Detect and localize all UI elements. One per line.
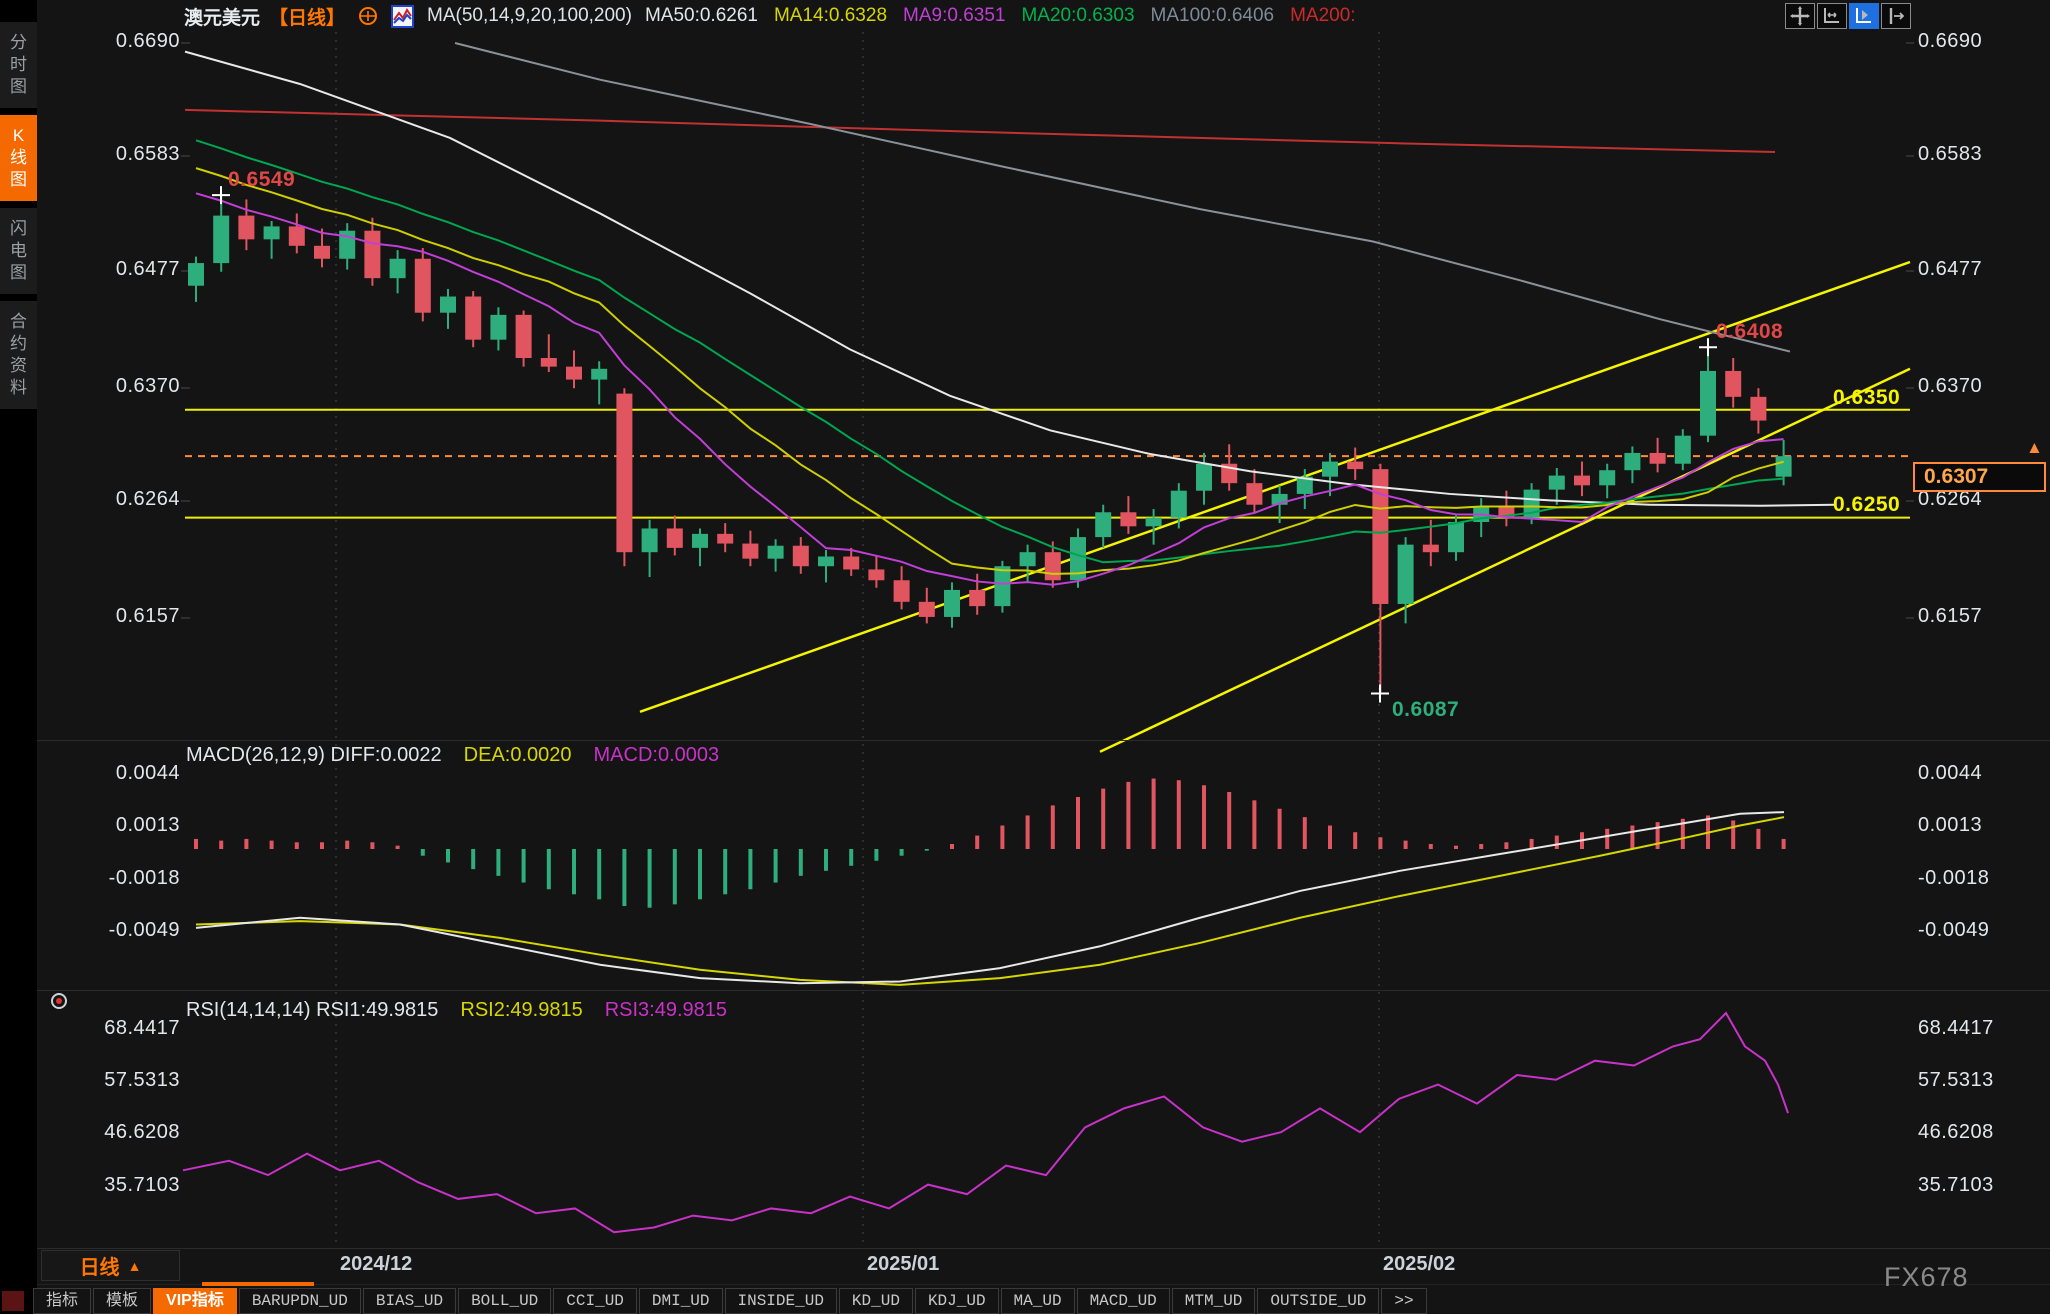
axis-tick-label: 0.6583 (40, 143, 180, 166)
indicator-tab-MTM_UD[interactable]: MTM_UD (1172, 1288, 1256, 1314)
rsi3-value: RSI3:49.9815 (605, 999, 727, 1022)
scrollbar-thumb[interactable] (202, 1282, 314, 1286)
swing-low-label: 0.6087 (1392, 698, 1459, 722)
support-label[interactable]: 0.6250 (1833, 493, 1900, 517)
interval-label: 日线 (80, 1251, 120, 1280)
indicator-tab-INSIDE_UD[interactable]: INSIDE_UD (725, 1288, 837, 1314)
axis-tick-label: 0.6477 (40, 258, 180, 281)
axis-tick-label: 0.6690 (40, 30, 180, 53)
axis-tick-label: 0.6477 (1918, 258, 1982, 281)
move-tool-icon[interactable]: .f{fill:#b8b8b8;stroke:none} (1785, 3, 1815, 29)
x-axis-scale-icon[interactable]: .f{fill:#b8b8b8;stroke:none} (1817, 3, 1847, 29)
ma-value-label: MA14:0.6328 (774, 5, 887, 27)
axis-tick-label: 0.6157 (1918, 605, 1982, 628)
indicator-tab-MACD_UD[interactable]: MACD_UD (1077, 1288, 1170, 1314)
pane-separator (37, 1248, 2050, 1249)
ma-value-label: MA20:0.6303 (1021, 5, 1134, 27)
axis-tick-label: 57.5313 (1918, 1069, 1994, 1092)
macd-value: MACD:0.0003 (594, 744, 720, 767)
indicator-tab-KD_UD[interactable]: KD_UD (839, 1288, 913, 1314)
axis-tick-label: 68.4417 (40, 1017, 180, 1040)
rsi-params-rsi1: RSI(14,14,14) RSI1:49.9815 (186, 999, 438, 1022)
axis-tick-label: -0.0018 (40, 867, 180, 890)
pane-scale-icon[interactable]: .f{fill:#b8b8b8;stroke:none} (1881, 3, 1911, 29)
watermark: FX678 (1884, 1262, 1969, 1293)
axis-tick-label: 0.0044 (1918, 762, 1982, 785)
axis-tick-label: -0.0049 (40, 919, 180, 942)
axis-tick-label: 0.0013 (1918, 814, 1982, 837)
sidebar-item-3[interactable]: 合 约 资 料 (0, 301, 37, 409)
indicator-tab-KDJ_UD[interactable]: KDJ_UD (915, 1288, 999, 1314)
y-axis-scale-icon[interactable]: .f{fill:#fff;stroke:none} (1849, 3, 1879, 29)
axis-tick-label: 0.6370 (40, 375, 180, 398)
axis-tick-label: 0.6690 (1918, 30, 1982, 53)
indicator-tab-CCI_UD[interactable]: CCI_UD (553, 1288, 637, 1314)
axis-tick-label: 57.5313 (40, 1069, 180, 1092)
logo-mark (2, 1291, 24, 1311)
indicator-tab-模板[interactable]: 模板 (93, 1288, 151, 1314)
macd-header: MACD(26,12,9) DIFF:0.0022 DEA:0.0020 MAC… (186, 744, 719, 767)
axis-tick-label: 46.6208 (40, 1121, 180, 1144)
indicator-tab->>[interactable]: >> (1381, 1288, 1426, 1314)
sidebar-item-0[interactable]: 分 时 图 (0, 22, 37, 108)
symbol-title: 澳元美元 (184, 3, 260, 30)
current-price-box: 0.6307 (1913, 462, 2046, 492)
date-label: 2024/12 (340, 1253, 412, 1276)
axis-tick-label: 0.6264 (40, 488, 180, 511)
axis-tick-label: 0.6370 (1918, 375, 1982, 398)
ma-value-label: MA100:0.6406 (1151, 5, 1275, 27)
ma-group-label: MA(50,14,9,20,100,200) (427, 5, 632, 27)
indicator-tab-DMI_UD[interactable]: DMI_UD (639, 1288, 723, 1314)
price-up-arrow-icon: ▲ (2026, 438, 2043, 458)
axis-tick-label: 0.0013 (40, 814, 180, 837)
rsi2-value: RSI2:49.9815 (460, 999, 582, 1022)
indicator-tab-BOLL_UD[interactable]: BOLL_UD (458, 1288, 551, 1314)
pane-separator (37, 1284, 2050, 1285)
axis-tick-label: 35.7103 (40, 1174, 180, 1197)
indicator-settings-icon[interactable] (391, 5, 414, 28)
pane-separator[interactable] (37, 990, 2050, 991)
indicator-tab-BARUPDN_UD[interactable]: BARUPDN_UD (239, 1288, 361, 1314)
date-label: 2025/01 (867, 1253, 939, 1276)
indicator-tab-VIP指标[interactable]: VIP指标 (153, 1288, 237, 1314)
resistance-label[interactable]: 0.6350 (1833, 386, 1900, 410)
interval-cell[interactable]: 日线 ▲ (41, 1250, 180, 1281)
rsi-header: RSI(14,14,14) RSI1:49.9815 RSI2:49.9815 … (186, 999, 727, 1022)
axis-tick-label: -0.0049 (1918, 919, 1989, 942)
swing-high-label: 0.6549 (228, 168, 295, 192)
chart-canvas[interactable] (0, 0, 2050, 1314)
indicator-tab-OUTSIDE_UD[interactable]: OUTSIDE_UD (1257, 1288, 1379, 1314)
chart-header: 澳元美元 【日线】 MA(50,14,9,20,100,200) MA50:0.… (184, 0, 1356, 32)
trading-app-window: 分 时 图 K 线 图闪 电 图合 约 资 料 澳元美元 【日线】 MA(50,1… (0, 0, 2050, 1314)
chart-type-sidebar: 分 时 图 K 线 图闪 电 图合 约 资 料 (0, 0, 37, 1314)
axis-tick-label: 0.0044 (40, 762, 180, 785)
axis-tick-label: 0.6583 (1918, 143, 1982, 166)
macd-dea: DEA:0.0020 (464, 744, 572, 767)
interval-arrow-icon: ▲ (128, 1258, 142, 1274)
axis-tick-label: 0.6157 (40, 605, 180, 628)
macd-params-diff: MACD(26,12,9) DIFF:0.0022 (186, 744, 442, 767)
ma-values: MA50:0.6261 MA14:0.6328 MA9:0.6351 MA20:0.6… (645, 5, 1356, 27)
sidebar-item-1[interactable]: K 线 图 (0, 115, 37, 201)
axis-tick-label: 68.4417 (1918, 1017, 1994, 1040)
live-refresh-icon[interactable] (358, 6, 378, 26)
indicator-tab-bar: 指标模板VIP指标BARUPDN_UDBIAS_UDBOLL_UDCCI_UDD… (33, 1288, 1427, 1314)
indicator-tab-指标[interactable]: 指标 (33, 1288, 91, 1314)
rsi-target-icon[interactable] (50, 992, 68, 1015)
ma-value-label: MA50:0.6261 (645, 5, 758, 27)
indicator-tab-MA_UD[interactable]: MA_UD (1001, 1288, 1075, 1314)
period-label[interactable]: 【日线】 (269, 3, 345, 30)
axis-tick-label: 46.6208 (1918, 1121, 1994, 1144)
sidebar-item-2[interactable]: 闪 电 图 (0, 208, 37, 294)
axis-tick-label: -0.0018 (1918, 867, 1989, 890)
indicator-tab-BIAS_UD[interactable]: BIAS_UD (363, 1288, 456, 1314)
ma-value-label: MA200: (1290, 5, 1355, 27)
axis-tick-label: 35.7103 (1918, 1174, 1994, 1197)
date-label: 2025/02 (1383, 1253, 1455, 1276)
ma-value-label: MA9:0.6351 (903, 5, 1005, 27)
pane-separator[interactable] (37, 740, 2050, 741)
recent-high-label: 0.6408 (1716, 320, 1783, 344)
